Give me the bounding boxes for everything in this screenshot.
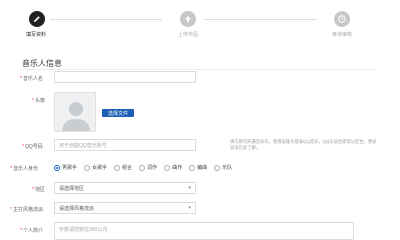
region-select-value: 请选择地区 xyxy=(59,185,85,192)
step-progress: 填写资料 上传作品 等待审核 xyxy=(0,0,400,46)
required-mark: * xyxy=(20,76,22,82)
radio-label: 乐队 xyxy=(222,165,233,171)
genre-select-value: 请选择风格流派 xyxy=(59,205,95,212)
radio-dot[interactable] xyxy=(139,164,146,171)
step-1-label: 填写资料 xyxy=(25,32,46,38)
bio-textarea[interactable]: 字数请控制在300以内 xyxy=(54,222,354,240)
radio-label: 词作 xyxy=(147,165,158,171)
radio-dot[interactable] xyxy=(214,164,221,171)
step-2-label: 上传作品 xyxy=(177,32,198,38)
name-label-text: 音乐人名 xyxy=(22,76,43,82)
chevron-down-icon: ▾ xyxy=(188,205,191,211)
radio-label: 曲作 xyxy=(172,165,183,171)
avatar-preview xyxy=(54,92,96,132)
radio-dot[interactable] xyxy=(84,164,91,171)
section-title: 音乐人信息 xyxy=(22,59,62,68)
style-label-text: 主打风格流派 xyxy=(12,207,43,213)
style-label: *主打风格流派 xyxy=(10,206,43,213)
intro-label: *个人简介 xyxy=(20,227,43,234)
radio-label: 女歌手 xyxy=(92,165,108,171)
radio-option-band[interactable]: 乐队 xyxy=(214,164,232,171)
required-mark: * xyxy=(22,144,24,150)
section-divider xyxy=(22,69,378,70)
required-mark: * xyxy=(20,228,22,234)
genre-select[interactable]: 请选择风格流派 ▾ xyxy=(54,202,196,214)
avatar-placeholder-icon xyxy=(62,102,90,131)
region-select[interactable]: 请选择地区 ▾ xyxy=(54,182,196,194)
required-mark: * xyxy=(10,207,12,213)
radio-option-lyricist[interactable]: 词作 xyxy=(139,164,157,171)
avatar-label-text: 头像 xyxy=(34,98,45,104)
radio-option-group[interactable]: 组合 xyxy=(114,164,132,171)
radio-dot[interactable] xyxy=(164,164,171,171)
identity-label: *音乐人身份 xyxy=(10,165,38,172)
avatar-label: *头像 xyxy=(32,97,45,104)
qq-number-input[interactable]: 用于创建QQ音乐账号 xyxy=(54,139,196,151)
choose-file-button[interactable]: 选择文件 xyxy=(102,109,134,117)
musician-name-input[interactable] xyxy=(54,71,196,83)
region-label: *地区 xyxy=(32,186,45,193)
qq-label: *QQ号码 xyxy=(22,143,43,150)
radio-label: 男歌手 xyxy=(62,165,78,171)
step-3-label: 等待审核 xyxy=(331,32,352,38)
identity-label-text: 音乐人身份 xyxy=(12,166,38,172)
step-2-arrow-up-icon xyxy=(180,11,196,27)
step-1-pencil-icon xyxy=(29,11,45,27)
region-label-text: 地区 xyxy=(34,187,45,193)
radio-option-composer[interactable]: 曲作 xyxy=(164,164,182,171)
qq-hint-text: 填写即可开通音乐号，使用该账号登录QQ音乐，QQ认证后即可以后台，更多说法在此了… xyxy=(230,139,377,150)
intro-label-text: 个人简介 xyxy=(22,228,43,234)
radio-option-male-singer[interactable]: 男歌手 xyxy=(54,164,77,171)
step-connector xyxy=(50,19,162,20)
radio-label: 组合 xyxy=(122,165,133,171)
step-3-clock-icon xyxy=(334,11,350,27)
radio-dot[interactable] xyxy=(189,164,196,171)
radio-option-arranger[interactable]: 编曲 xyxy=(189,164,207,171)
required-mark: * xyxy=(32,98,34,104)
radio-option-female-singer[interactable]: 女歌手 xyxy=(84,164,107,171)
radio-dot[interactable] xyxy=(54,164,60,171)
required-mark: * xyxy=(10,166,12,172)
radio-dot[interactable] xyxy=(114,164,121,171)
name-label: *音乐人名 xyxy=(20,75,43,82)
chevron-down-icon: ▾ xyxy=(188,185,191,191)
qq-label-text: QQ号码 xyxy=(24,144,43,150)
identity-radio-group: 男歌手 女歌手 组合 词作 曲作 编曲 乐队 xyxy=(54,164,239,171)
required-mark: * xyxy=(32,187,34,193)
radio-label: 编曲 xyxy=(197,165,208,171)
step-connector xyxy=(205,19,317,20)
